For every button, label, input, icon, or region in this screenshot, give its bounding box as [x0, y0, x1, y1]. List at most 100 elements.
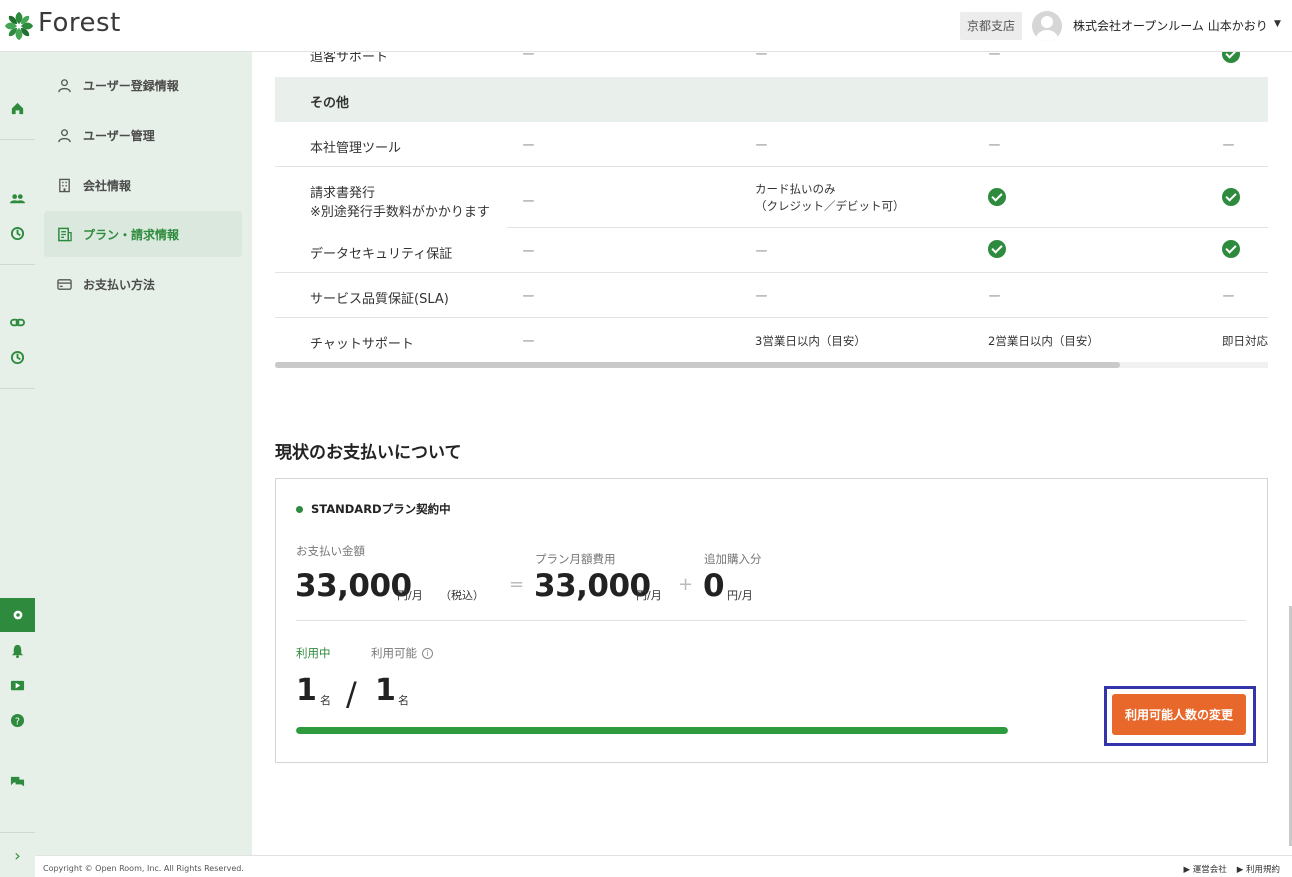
subnav-item-user-management[interactable]: ユーザー管理 [44, 112, 242, 158]
subnav-item-label: プラン・請求情報 [83, 227, 180, 242]
footer-links: ▶ 運営会社 ▶ 利用規約 [1184, 863, 1281, 875]
dash-cell: ー [522, 139, 536, 154]
dash-cell: ー [755, 245, 769, 260]
subnav-item-label: お支払い方法 [83, 277, 156, 292]
available-unit: 名 [398, 694, 409, 707]
available-label: 利用可能 i [371, 645, 433, 661]
amount-label: お支払い金額 [296, 544, 365, 558]
dash-cell: ー [1222, 290, 1236, 305]
check-icon [988, 188, 1006, 210]
amount-unit: 円/月 [397, 589, 423, 602]
dash-cell: ー [755, 290, 769, 305]
app-footer: Copyright © Open Room, Inc. All Rights R… [35, 855, 1292, 877]
cell-text: 2営業日以内（目安） [988, 334, 1099, 348]
users-icon[interactable] [0, 186, 35, 210]
history-icon[interactable] [0, 345, 35, 369]
forest-logo-icon[interactable] [2, 8, 36, 44]
subnav-item-label: 会社情報 [83, 178, 132, 193]
using-unit: 名 [320, 694, 331, 707]
copyright-text: Copyright © Open Room, Inc. All Rights R… [43, 864, 244, 873]
chat-icon[interactable] [0, 769, 35, 793]
using-label: 利用中 [296, 646, 331, 660]
app-logo-text[interactable]: Forest [38, 8, 121, 38]
row-label: 請求書発行 [310, 186, 376, 201]
card-icon [56, 276, 72, 292]
dash-cell: ー [988, 290, 1002, 305]
expand-chevron-icon[interactable]: › [0, 832, 35, 877]
footer-link-terms[interactable]: ▶ 利用規約 [1237, 863, 1280, 875]
card-divider [296, 620, 1246, 621]
subnav-item-plan-billing[interactable]: プラン・請求情報 [44, 211, 242, 257]
dash-cell: ー [522, 245, 536, 260]
video-icon[interactable] [0, 673, 35, 697]
check-icon [988, 240, 1006, 262]
row-note: ※別途発行手数料がかかります [310, 205, 490, 220]
user-menu-caret-icon[interactable]: ▼ [1274, 19, 1281, 29]
row-label: サービス品質保証(SLA) [310, 292, 449, 307]
dash-cell: ー [755, 139, 769, 154]
extra-value: 0 [703, 568, 725, 604]
person-icon [56, 127, 72, 143]
user-avatar[interactable] [1032, 11, 1062, 41]
horizontal-scrollbar-thumb[interactable] [275, 362, 1120, 368]
dash-cell: ー [522, 290, 536, 305]
history-icon[interactable] [0, 221, 35, 245]
home-icon[interactable] [0, 96, 35, 120]
dash-cell: ー [755, 52, 769, 63]
info-icon[interactable]: i [422, 647, 433, 659]
user-name[interactable]: 株式会社オープンルーム 山本かおり [1073, 17, 1268, 34]
check-icon [1222, 188, 1240, 210]
icon-rail: ? [0, 52, 35, 877]
app-header: Forest 京都支店 株式会社オープンルーム 山本かおり ▼ [0, 0, 1292, 52]
tax-note: （税込） [440, 589, 484, 602]
dash-cell: ー [1222, 139, 1236, 154]
equals-sign: = [509, 574, 525, 595]
check-icon [1222, 52, 1240, 67]
bell-icon[interactable] [0, 638, 35, 662]
svg-text:?: ? [15, 716, 20, 727]
table-row: 追客サポート ー ー ー [275, 52, 1268, 76]
link-icon[interactable] [0, 310, 35, 334]
dash-cell: ー [522, 52, 536, 63]
subnav-item-user-registration[interactable]: ユーザー登録情報 [44, 62, 242, 108]
table-row: サービス品質保証(SLA) ー ー ー ー [275, 273, 1268, 318]
main-content: 追客サポート ー ー ー その他 本社管理ツール ー ー ー ー 請求書発行 ※… [252, 52, 1292, 855]
count-separator: / [346, 675, 357, 713]
table-row: チャットサポート ー 3営業日以内（目安） 2営業日以内（目安） 即日対応 [275, 318, 1268, 362]
available-label-text: 利用可能 [371, 646, 417, 660]
subnav-item-company-info[interactable]: 会社情報 [44, 162, 242, 208]
plus-sign: + [678, 574, 694, 595]
change-available-seats-button[interactable]: 利用可能人数の変更 [1112, 694, 1246, 735]
person-icon [56, 77, 72, 93]
payment-section-title: 現状のお支払いについて [275, 443, 462, 463]
payment-summary-card: STANDARDプラン契約中 お支払い金額 33,000 円/月 （税込） = … [275, 478, 1268, 763]
cell-text: （クレジット／デビット可） [755, 199, 905, 213]
plan-status-badge: STANDARDプラン契約中 [296, 501, 451, 517]
dash-cell: ー [988, 52, 1002, 63]
footer-link-company[interactable]: ▶ 運営会社 [1184, 863, 1227, 875]
using-count: 1 [296, 673, 317, 708]
table-section-header: その他 [275, 77, 1268, 122]
invoice-icon [56, 226, 72, 242]
subnav-item-label: ユーザー管理 [83, 128, 155, 143]
table-row: 本社管理ツール ー ー ー ー [275, 122, 1268, 167]
dash-cell: ー [522, 195, 536, 210]
amount-value: 33,000 [295, 568, 412, 604]
branch-badge: 京都支店 [960, 12, 1023, 40]
cell-text: 3営業日以内（目安） [755, 334, 866, 348]
row-label: データセキュリティ保証 [310, 247, 453, 262]
settings-icon[interactable] [0, 598, 35, 632]
help-icon[interactable]: ? [0, 708, 35, 732]
table-row: データセキュリティ保証 ー ー [275, 228, 1268, 273]
rail-divider [0, 388, 35, 389]
plan-badge-label: STANDARDプラン契約中 [311, 502, 451, 516]
extra-label: 追加購入分 [704, 552, 762, 566]
section-label: その他 [310, 96, 350, 111]
plan-fee-label: プラン月額費用 [535, 552, 616, 566]
subnav-item-label: ユーザー登録情報 [83, 78, 179, 93]
row-label: チャットサポート [310, 337, 414, 352]
cell-text: カード払いのみ [755, 182, 836, 196]
rail-divider [0, 139, 35, 140]
usage-progress-bar [296, 727, 1008, 734]
subnav-item-payment-method[interactable]: お支払い方法 [44, 261, 242, 307]
